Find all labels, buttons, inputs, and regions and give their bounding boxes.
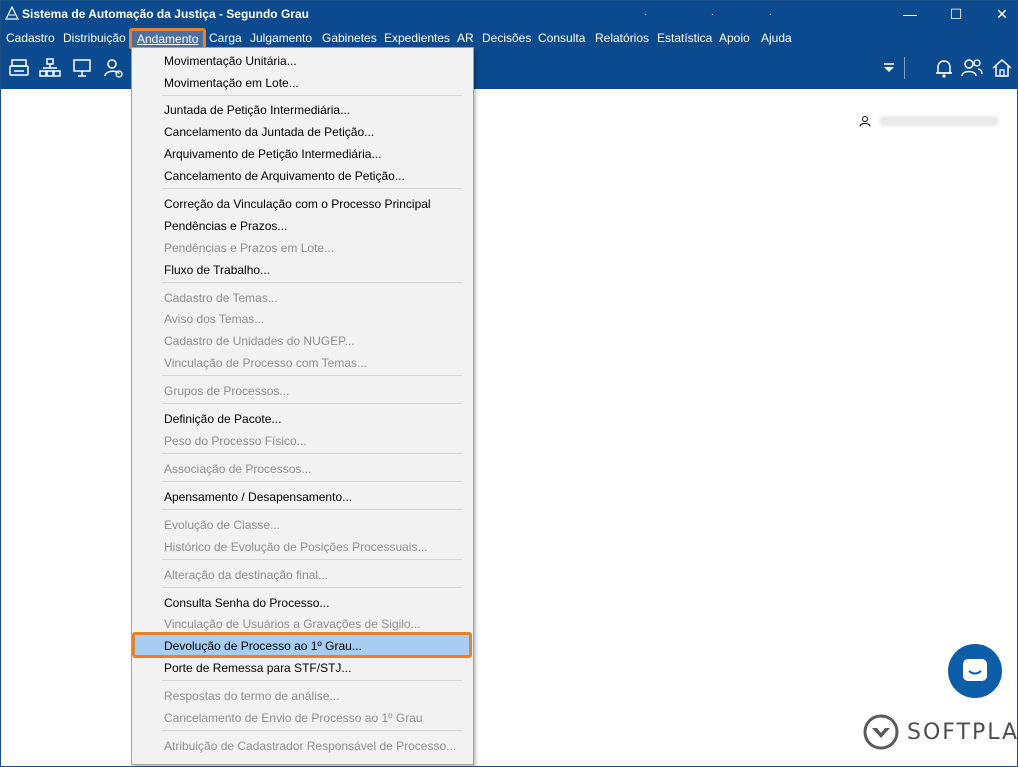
menu-option[interactable]: Consulta Senha do Processo... — [164, 596, 329, 610]
menu-option-disabled: Cadastro de Temas... — [164, 291, 278, 305]
maximize-button[interactable]: ☐ — [933, 1, 979, 27]
menu-option-devolucao-highlighted[interactable]: Devolução de Processo ao 1º Grau... — [132, 632, 472, 658]
menu-option-disabled: Cadastro de Unidades do NUGEP... — [164, 334, 355, 348]
menu-separator — [162, 375, 462, 376]
menu-option-label: Devolução de Processo ao 1º Grau... — [164, 639, 362, 653]
softplan-logo-icon — [863, 714, 899, 750]
user-name-blurred — [879, 116, 999, 126]
menu-separator — [162, 481, 462, 482]
menu-option[interactable]: Porte de Remessa para STF/STJ... — [164, 661, 351, 675]
home-icon[interactable] — [991, 57, 1013, 79]
menu-option[interactable]: Fluxo de Trabalho... — [164, 263, 270, 277]
menu-option-disabled: Histórico de Evolução de Posições Proces… — [164, 540, 428, 554]
menu-option-disabled: Evolução de Classe... — [164, 518, 281, 532]
filter-dropdown-icon[interactable] — [878, 57, 900, 79]
menu-expedientes[interactable]: Expedientes — [384, 31, 450, 45]
toolbar-divider — [904, 57, 905, 79]
menu-separator — [162, 403, 462, 404]
softplan-logo: SOFTPLAN — [863, 714, 1018, 750]
title-dot: . — [769, 7, 772, 18]
menu-option[interactable]: Definição de Pacote... — [164, 412, 281, 426]
menu-option[interactable]: Cancelamento de Arquivamento de Petição.… — [164, 169, 405, 183]
chat-button[interactable] — [948, 644, 1002, 698]
presentation-icon[interactable] — [71, 57, 93, 79]
menu-separator — [162, 95, 462, 96]
andamento-dropdown-menu: Movimentação Unitária... Movimentação em… — [131, 47, 474, 765]
menu-option[interactable]: Juntada de Petição Intermediária... — [164, 103, 350, 117]
menu-separator — [162, 559, 462, 560]
menu-option[interactable]: Cancelamento da Juntada de Petição... — [164, 125, 374, 139]
menu-option-disabled: Associação de Processos... — [164, 462, 312, 476]
menu-option-disabled: Aviso dos Temas... — [164, 312, 265, 326]
title-bar: Sistema de Automação da Justiça - Segund… — [1, 1, 1017, 27]
brand-name: SOFTPLAN — [907, 719, 1018, 745]
app-window: Sistema de Automação da Justiça - Segund… — [0, 0, 1018, 767]
printer-icon[interactable] — [8, 57, 30, 79]
menu-option[interactable]: Apensamento / Desapensamento... — [164, 490, 352, 504]
menu-option-disabled: Alteração da destinação final... — [164, 568, 329, 582]
menu-gabinetes[interactable]: Gabinetes — [322, 31, 377, 45]
menu-apoio[interactable]: Apoio — [719, 31, 750, 45]
menu-option-disabled: Vinculação de Processo com Temas... — [164, 356, 367, 370]
menu-ar[interactable]: AR — [457, 31, 474, 45]
menu-julgamento[interactable]: Julgamento — [250, 31, 312, 45]
menu-separator — [162, 509, 462, 510]
users-icon[interactable] — [961, 57, 983, 79]
menu-andamento-label: Andamento — [137, 32, 199, 46]
menu-separator — [162, 680, 462, 681]
user-icon — [859, 116, 871, 127]
menu-option[interactable]: Movimentação Unitária... — [164, 54, 297, 68]
menu-option-disabled: Atribuição de Cadastrador Responsável de… — [164, 739, 457, 753]
chat-icon — [963, 659, 987, 681]
menu-cadastro[interactable]: Cadastro — [6, 31, 55, 45]
user-settings-icon[interactable] — [103, 57, 125, 79]
bell-icon[interactable] — [933, 57, 955, 79]
menu-carga[interactable]: Carga — [209, 31, 242, 45]
menu-ajuda[interactable]: Ajuda — [761, 31, 792, 45]
menu-option-disabled: Respostas do termo de análise... — [164, 689, 340, 703]
menu-separator — [162, 282, 462, 283]
menu-separator — [162, 453, 462, 454]
menu-decisoes[interactable]: Decisões — [482, 31, 531, 45]
menu-option-disabled: Peso do Processo Físico... — [164, 434, 307, 448]
menu-option[interactable]: Pendências e Prazos... — [164, 219, 287, 233]
menu-option-disabled: Vinculação de Usuários a Gravações de Si… — [164, 617, 421, 631]
menu-estatistica[interactable]: Estatística — [657, 31, 712, 45]
title-dot: . — [711, 7, 714, 18]
menu-relatorios[interactable]: Relatórios — [595, 31, 649, 45]
menu-option-disabled: Pendências e Prazos em Lote... — [164, 241, 335, 255]
menu-option-disabled: Grupos de Processos... — [164, 384, 290, 398]
menu-option[interactable]: Movimentação em Lote... — [164, 76, 299, 90]
minimize-button[interactable]: — — [887, 1, 933, 27]
title-dot: . — [644, 7, 647, 18]
menu-option[interactable]: Arquivamento de Petição Intermediária... — [164, 147, 381, 161]
close-button[interactable]: ✕ — [979, 1, 1018, 27]
app-logo-icon — [5, 6, 19, 20]
menu-separator — [162, 730, 462, 731]
org-chart-icon[interactable] — [39, 57, 61, 79]
menu-consulta[interactable]: Consulta — [538, 31, 585, 45]
window-title: Sistema de Automação da Justiça - Segund… — [22, 7, 309, 21]
user-info — [859, 115, 999, 127]
menu-separator — [162, 587, 462, 588]
menu-separator — [162, 188, 462, 189]
menu-option-disabled: Cancelamento de Envio de Processo ao 1º … — [164, 711, 423, 725]
menu-bar: Cadastro Distribuição Andamento Carga Ju… — [1, 27, 1017, 50]
menu-option[interactable]: Correção da Vinculação com o Processo Pr… — [164, 197, 431, 211]
menu-distribuicao[interactable]: Distribuição — [63, 31, 126, 45]
